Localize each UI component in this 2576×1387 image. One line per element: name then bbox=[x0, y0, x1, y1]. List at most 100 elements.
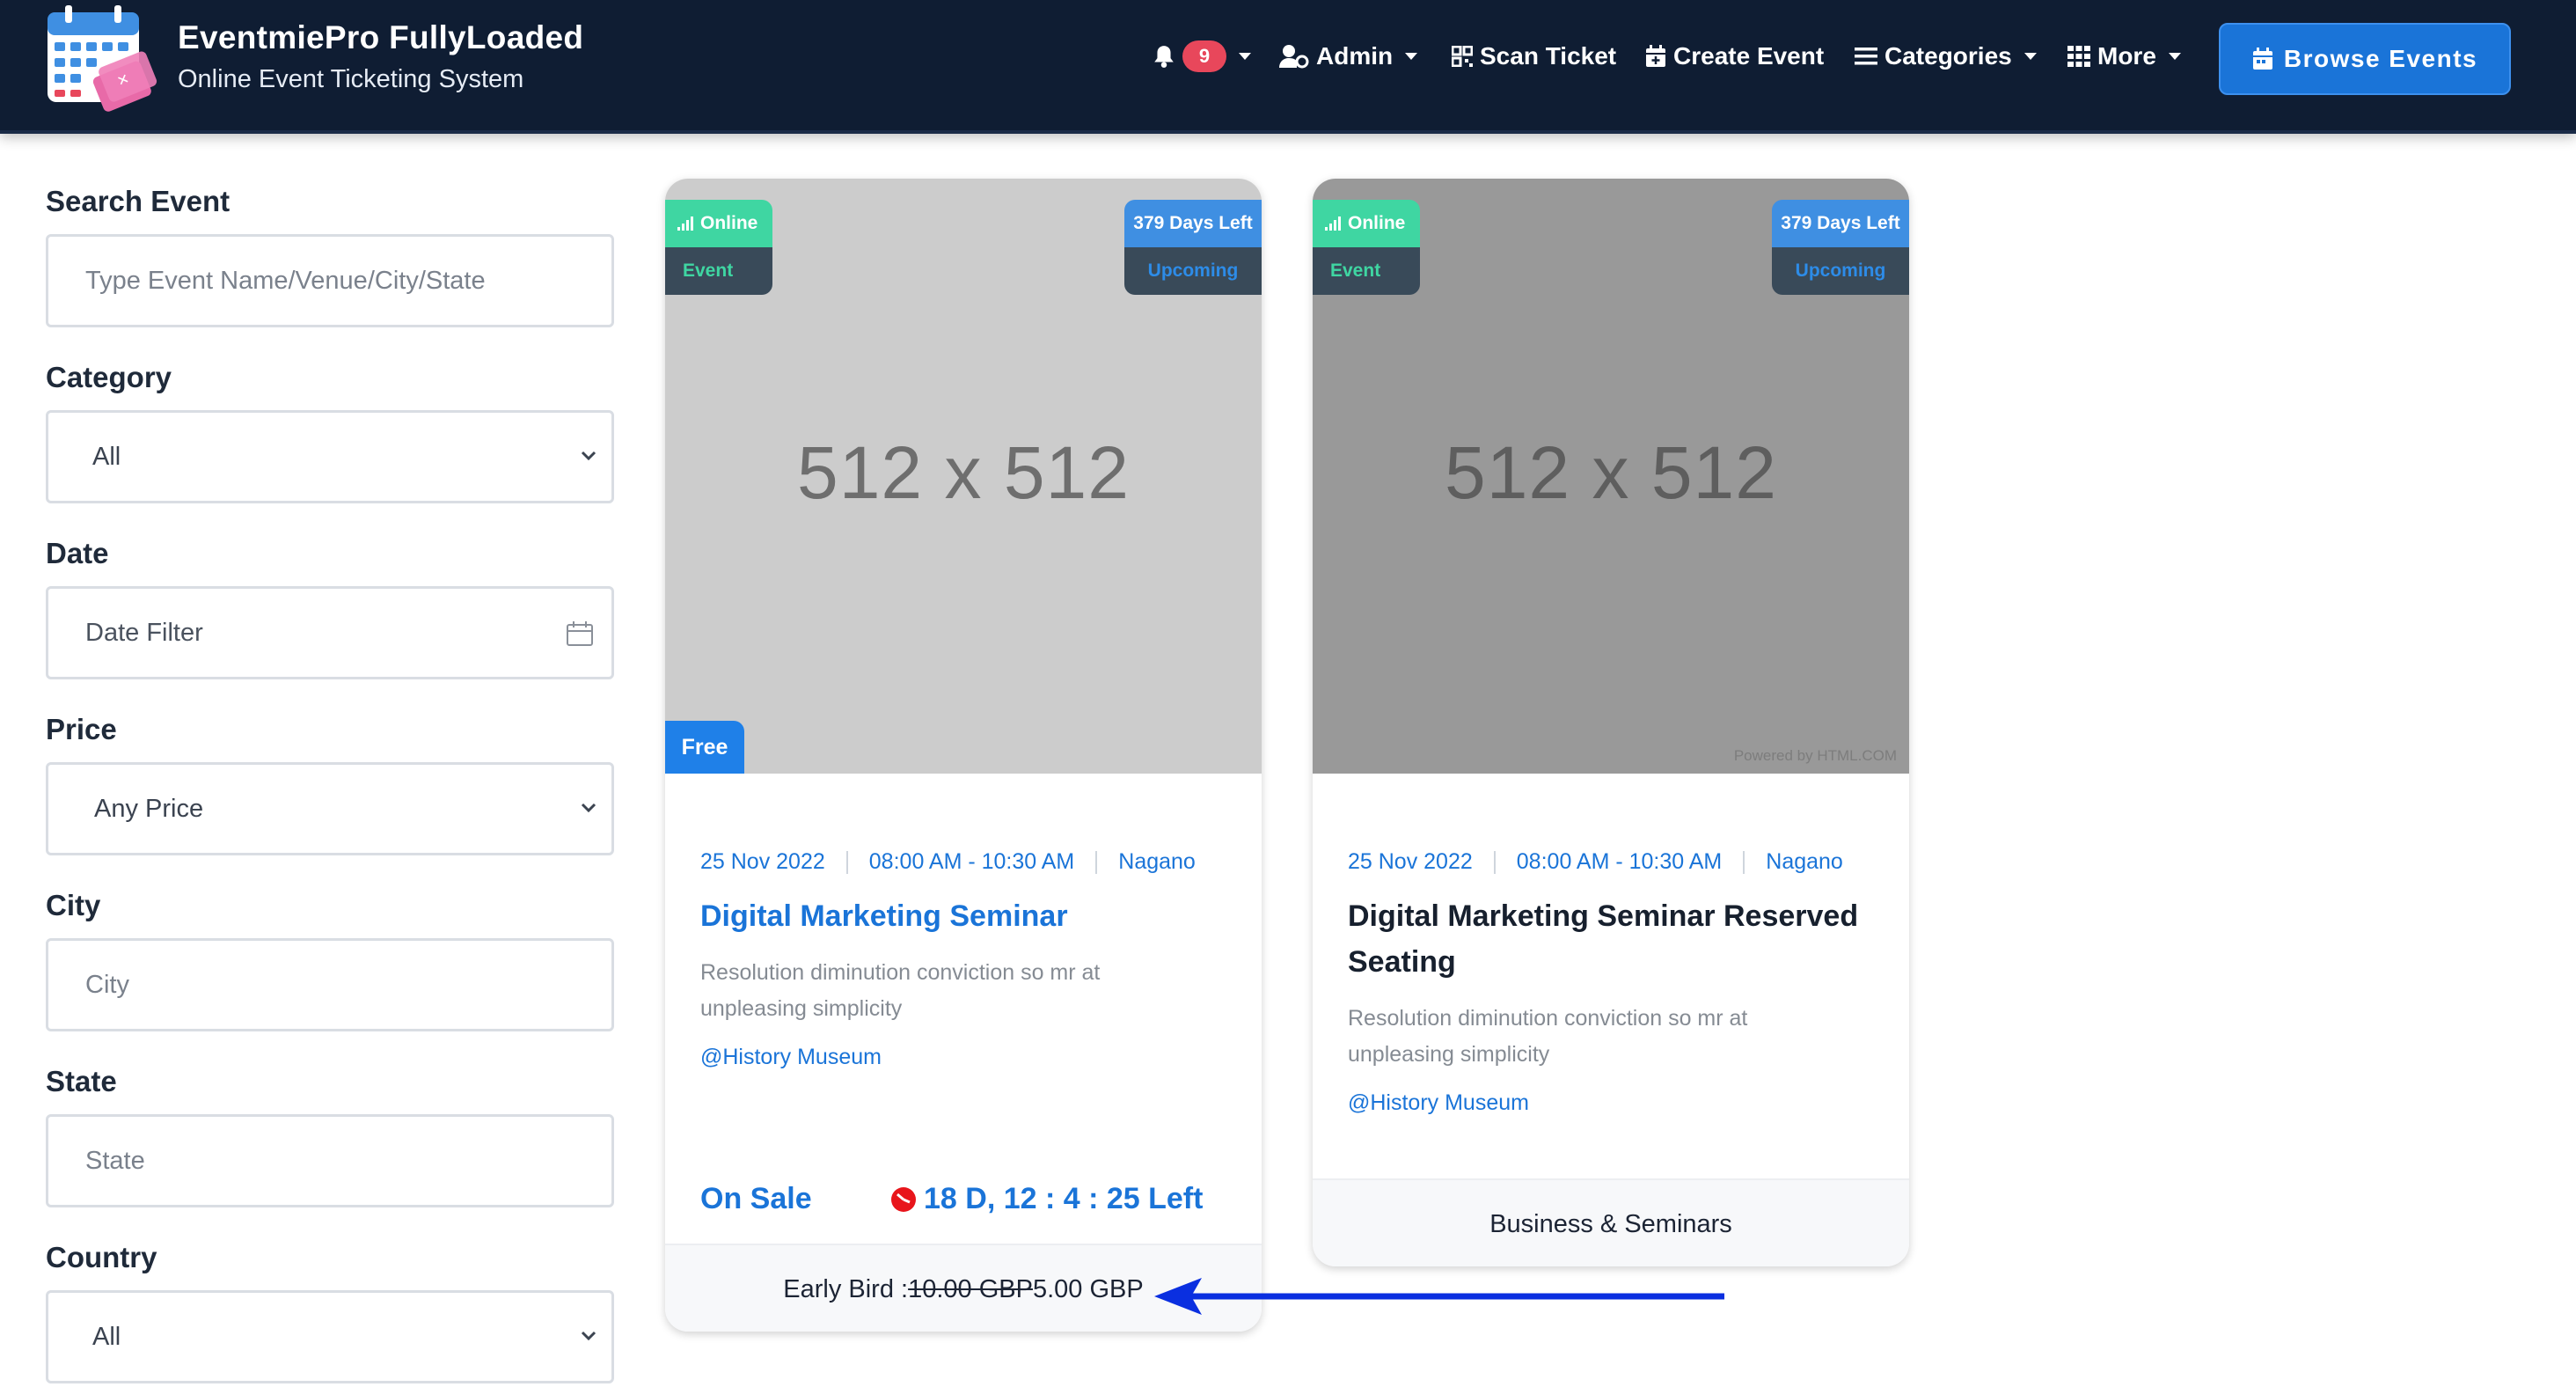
chevron-down-icon bbox=[581, 1331, 596, 1341]
divider bbox=[1095, 850, 1098, 874]
online-event-tag: Online Event bbox=[665, 200, 772, 295]
signal-icon bbox=[1325, 216, 1341, 231]
top-navbar: ✕ EventmiePro FullyLoaded Online Event T… bbox=[0, 0, 2576, 134]
event-title-link[interactable]: Digital Marketing Seminar bbox=[700, 893, 1228, 939]
price-label: Early Bird : bbox=[783, 1274, 909, 1303]
chevron-down-icon bbox=[2023, 53, 2037, 60]
brand-title[interactable]: EventmiePro FullyLoaded bbox=[178, 19, 583, 56]
price-selected-value: Any Price bbox=[94, 795, 204, 823]
price-select[interactable]: Any Price bbox=[46, 762, 614, 855]
free-badge: Free bbox=[665, 721, 744, 774]
brand-subtitle: Online Event Ticketing System bbox=[178, 65, 524, 93]
event-venue-link[interactable]: @History Museum bbox=[1348, 1090, 1529, 1116]
event-venue-link[interactable]: @History Museum bbox=[700, 1045, 882, 1070]
category-selected-value: All bbox=[92, 443, 121, 471]
categories-label: Categories bbox=[1884, 42, 2012, 70]
upcoming-status-label: Upcoming bbox=[1147, 261, 1239, 281]
date-filter-placeholder: Date Filter bbox=[85, 619, 203, 647]
qrcode-icon bbox=[1452, 46, 1473, 67]
bell-icon bbox=[1154, 46, 1174, 68]
online-label: Online bbox=[1348, 213, 1406, 233]
chevron-down-icon bbox=[1405, 53, 1418, 60]
notification-count-badge: 9 bbox=[1182, 40, 1226, 72]
calendar-tickets-logo-icon[interactable]: ✕ bbox=[44, 5, 158, 114]
event-kind-label: Event bbox=[683, 261, 734, 281]
state-placeholder: State bbox=[85, 1147, 145, 1175]
signal-icon bbox=[677, 216, 693, 231]
event-title-link[interactable]: Digital Marketing Seminar Reserved Seati… bbox=[1348, 893, 1876, 985]
chevron-down-icon bbox=[1239, 53, 1251, 60]
event-category-footer: Business & Seminars bbox=[1313, 1178, 1909, 1266]
city-input[interactable]: City bbox=[46, 938, 614, 1031]
event-description: Resolution diminution conviction so mr a… bbox=[700, 960, 1101, 1021]
scan-ticket-label: Scan Ticket bbox=[1480, 42, 1617, 70]
calendar-icon bbox=[2252, 48, 2272, 70]
admin-label: Admin bbox=[1316, 42, 1394, 70]
list-icon bbox=[1855, 48, 1877, 65]
event-card[interactable]: 512 x 512 Powered by HTML.COM Online Eve… bbox=[1313, 179, 1909, 1266]
divider bbox=[845, 850, 848, 874]
category-select[interactable]: All bbox=[46, 410, 614, 503]
days-left-label: 379 Days Left bbox=[1133, 213, 1253, 233]
annotation-arrow-icon bbox=[1154, 1278, 1724, 1315]
online-event-tag: Online Event bbox=[1313, 200, 1420, 295]
calendar-plus-icon bbox=[1646, 45, 1665, 67]
create-event-label: Create Event bbox=[1673, 42, 1825, 70]
stopwatch-icon bbox=[891, 1186, 916, 1212]
online-label: Online bbox=[700, 213, 758, 233]
search-event-label: Search Event bbox=[46, 185, 231, 217]
image-size-text: 512 x 512 bbox=[797, 431, 1130, 514]
date-filter-input[interactable]: Date Filter bbox=[46, 586, 614, 679]
search-event-input[interactable]: Type Event Name/Venue/City/State bbox=[46, 234, 614, 327]
state-input[interactable]: State bbox=[46, 1114, 614, 1207]
state-label: State bbox=[46, 1065, 117, 1097]
admin-menu[interactable]: Admin bbox=[1279, 39, 1418, 74]
countdown-text: 18 D, 12 : 4 : 25 Left bbox=[924, 1182, 1204, 1215]
days-left-label: 379 Days Left bbox=[1781, 213, 1900, 233]
chevron-down-icon bbox=[581, 803, 596, 813]
country-selected-value: All bbox=[92, 1323, 121, 1351]
divider bbox=[1743, 850, 1745, 874]
event-time: 08:00 AM - 10:30 AM bbox=[1516, 849, 1723, 874]
city-label: City bbox=[46, 889, 101, 921]
event-city: Nagano bbox=[1766, 849, 1843, 874]
country-select[interactable]: All bbox=[46, 1290, 614, 1383]
image-size-text: 512 x 512 bbox=[1445, 431, 1777, 514]
search-event-placeholder: Type Event Name/Venue/City/State bbox=[85, 267, 486, 295]
browse-events-label: Browse Events bbox=[2283, 45, 2478, 72]
create-event-link[interactable]: Create Event bbox=[1645, 39, 1824, 74]
more-label: More bbox=[2097, 42, 2156, 70]
event-city: Nagano bbox=[1118, 849, 1196, 874]
chevron-down-icon bbox=[581, 451, 596, 461]
days-left-tag: 379 Days Left Upcoming bbox=[1124, 200, 1262, 295]
chevron-down-icon bbox=[2168, 53, 2181, 60]
browse-events-button[interactable]: Browse Events bbox=[2219, 23, 2511, 95]
event-category: Business & Seminars bbox=[1489, 1209, 1732, 1238]
discounted-price: 5.00 GBP bbox=[1032, 1274, 1144, 1303]
event-description: Resolution diminution conviction so mr a… bbox=[1348, 1006, 1748, 1067]
divider bbox=[1493, 850, 1496, 874]
image-watermark: Powered by HTML.COM bbox=[1733, 747, 1897, 764]
price-label: Price bbox=[46, 713, 117, 745]
event-meta: 25 Nov 2022 08:00 AM - 10:30 AM Nagano bbox=[700, 849, 1196, 875]
days-left-tag: 379 Days Left Upcoming bbox=[1772, 200, 1909, 295]
categories-dropdown[interactable]: Categories bbox=[1855, 39, 2037, 74]
event-date: 25 Nov 2022 bbox=[700, 849, 825, 874]
event-kind-label: Event bbox=[1330, 261, 1381, 281]
event-time: 08:00 AM - 10:30 AM bbox=[868, 849, 1075, 874]
countdown-timer: 18 D, 12 : 4 : 25 Left bbox=[890, 1182, 1203, 1216]
event-card[interactable]: 512 x 512 Online Event 379 Days Left Upc… bbox=[665, 179, 1262, 1332]
on-sale-status: On Sale bbox=[700, 1182, 812, 1215]
country-label: Country bbox=[46, 1241, 157, 1273]
user-cog-icon bbox=[1279, 45, 1309, 69]
more-dropdown[interactable]: More bbox=[2067, 39, 2181, 74]
category-label: Category bbox=[46, 361, 172, 393]
date-label: Date bbox=[46, 537, 109, 569]
notifications-dropdown[interactable]: 9 bbox=[1153, 39, 1251, 74]
scan-ticket-link[interactable]: Scan Ticket bbox=[1452, 39, 1616, 74]
calendar-icon[interactable] bbox=[566, 620, 594, 647]
event-date: 25 Nov 2022 bbox=[1348, 849, 1473, 874]
upcoming-status-label: Upcoming bbox=[1795, 261, 1886, 281]
event-meta: 25 Nov 2022 08:00 AM - 10:30 AM Nagano bbox=[1348, 849, 1843, 875]
grid-icon bbox=[2067, 46, 2090, 67]
